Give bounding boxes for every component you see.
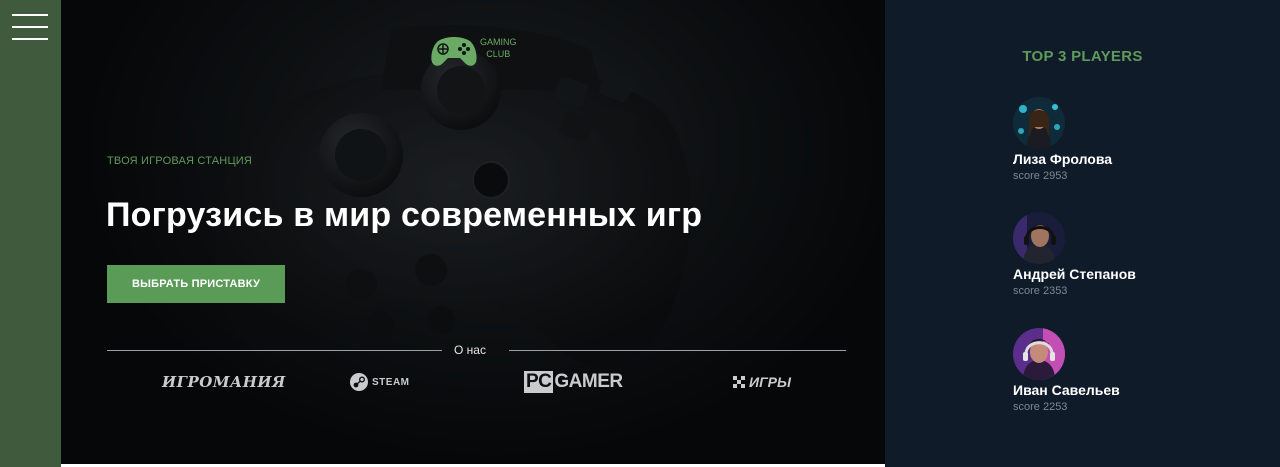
partner-logos: ИГРОМАНИЯ STEAM PC GAMER ИГРЫ [61,368,885,398]
player-name: Лиза Фролова [1013,151,1113,167]
player-name: Андрей Степанов [1013,266,1136,282]
menu-line [12,14,48,16]
logo-line-2: CLUB [486,49,511,59]
logo-text: GAMING CLUB [480,36,517,60]
player-score: score 2353 [1013,285,1068,297]
player-photo [1013,212,1065,264]
checker-icon [733,376,745,388]
top-players-title: TOP 3 PLAYERS [1022,48,1143,65]
logo-line-1: GAMING [480,37,517,47]
igromania-logo[interactable]: ИГРОМАНИЯ [162,368,286,396]
avatar [1013,328,1065,380]
steam-icon [350,373,368,391]
player-name: Иван Савельев [1013,382,1120,398]
player-card[interactable]: Андрей Степанов score 2353 [1013,212,1233,297]
pc-gamer-logo[interactable]: PC GAMER [524,368,623,396]
player-photo [1013,97,1065,149]
about-link[interactable]: О нас [454,343,486,357]
menu-line [12,38,48,40]
divider-left [107,350,442,351]
igry-logo[interactable]: ИГРЫ [733,368,791,396]
hero-headline: Погрузись в мир современных игр [106,196,703,234]
player-card[interactable]: Лиза Фролова score 2953 [1013,97,1233,182]
player-score: score 2953 [1013,170,1068,182]
gaming-club-logo[interactable]: GAMING CLUB [430,34,517,68]
pc-gamer-rest: GAMER [554,371,623,392]
steam-logo[interactable]: STEAM [349,368,410,396]
igry-label: ИГРЫ [749,374,791,390]
divider-right [509,350,846,351]
sidebar [0,0,61,467]
player-card[interactable]: Иван Савельев score 2253 [1013,328,1233,413]
avatar [1013,97,1065,149]
player-photo [1013,328,1065,380]
steam-label: STEAM [372,376,410,388]
menu-line [12,26,48,28]
pc-gamer-pc: PC [524,371,554,393]
player-score: score 2253 [1013,401,1068,413]
hero-subtitle: ТВОЯ ИГРОВАЯ СТАНЦИЯ [107,155,253,167]
choose-console-button[interactable]: ВЫБРАТЬ ПРИСТАВКУ [107,265,285,303]
hamburger-menu-icon[interactable] [12,12,48,42]
top-players-panel: TOP 3 PLAYERS Лиза Фролова score 2953 Ан… [885,0,1280,467]
gamepad-icon [431,37,477,66]
hero-section: GAMING CLUB ТВОЯ ИГРОВАЯ СТАНЦИЯ Погрузи… [61,0,885,464]
avatar [1013,212,1065,264]
